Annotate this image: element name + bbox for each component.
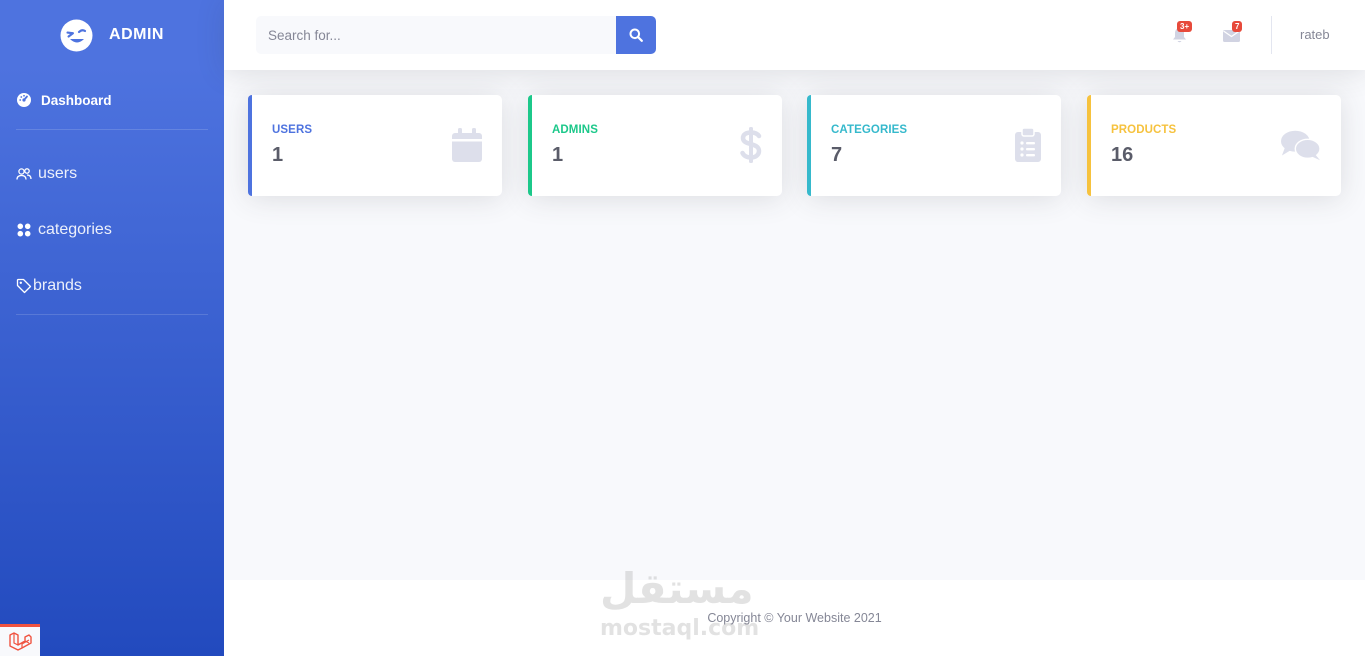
sidebar-item-brands[interactable]: brands <box>0 258 224 314</box>
search-icon <box>629 28 643 42</box>
card-value: 1 <box>552 144 564 166</box>
sidebar-brand[interactable]: ADMIN <box>0 0 224 70</box>
watermark-arabic: مستقل <box>600 564 754 613</box>
stat-card-admins: ADMINS 1 <box>528 95 782 196</box>
messages-button[interactable]: 7 <box>1220 21 1243 46</box>
card-label: CATEGORIES <box>831 124 908 136</box>
dollar-icon <box>722 127 762 163</box>
laughing-face-icon <box>60 19 93 52</box>
user-menu[interactable]: rateb <box>1300 27 1330 42</box>
sidebar: ADMIN Dashboard users categories brands <box>0 0 224 656</box>
comments-icon <box>1281 127 1321 163</box>
sidebar-item-label: brands <box>33 277 82 294</box>
sidebar-item-label: users <box>38 165 78 182</box>
tachometer-icon <box>16 92 32 108</box>
sidebar-item-label: categories <box>38 221 112 238</box>
users-icon <box>16 166 32 182</box>
stat-card-categories: CATEGORIES 7 <box>807 95 1061 196</box>
sidebar-item-dashboard[interactable]: Dashboard <box>0 71 224 129</box>
search-button[interactable] <box>616 16 656 54</box>
footer: مستقل mostaql.com Copyright © Your Websi… <box>224 564 1365 656</box>
card-label: PRODUCTS <box>1111 124 1177 136</box>
copyright-text: Copyright © Your Website 2021 <box>707 611 882 625</box>
stat-card-products: PRODUCTS 16 <box>1087 95 1341 196</box>
grid-icon <box>16 222 32 238</box>
card-value: 1 <box>272 144 284 166</box>
topbar: 3+ 7 rateb <box>224 0 1365 70</box>
sidebar-item-categories[interactable]: categories <box>0 202 224 258</box>
laravel-logo-icon[interactable] <box>0 624 40 656</box>
tag-icon <box>16 278 32 294</box>
messages-count-badge: 7 <box>1232 21 1243 32</box>
sidebar-item-users[interactable]: users <box>0 146 224 202</box>
calendar-icon <box>442 127 482 163</box>
card-label: ADMINS <box>552 124 598 136</box>
alerts-button[interactable]: 3+ <box>1168 21 1193 46</box>
sidebar-divider <box>16 314 208 315</box>
brand-name: ADMIN <box>109 26 164 43</box>
card-value: 7 <box>831 144 843 166</box>
alerts-count-badge: 3+ <box>1177 21 1193 32</box>
card-label: USERS <box>272 124 313 136</box>
search-form <box>256 16 656 54</box>
topbar-divider <box>1271 16 1272 54</box>
search-input[interactable] <box>256 16 616 54</box>
watermark: مستقل mostaql.com <box>600 564 770 644</box>
card-value: 16 <box>1111 144 1134 166</box>
stat-card-users: USERS 1 <box>248 95 502 196</box>
sidebar-item-label: Dashboard <box>41 92 112 108</box>
clipboard-list-icon <box>1001 127 1041 163</box>
